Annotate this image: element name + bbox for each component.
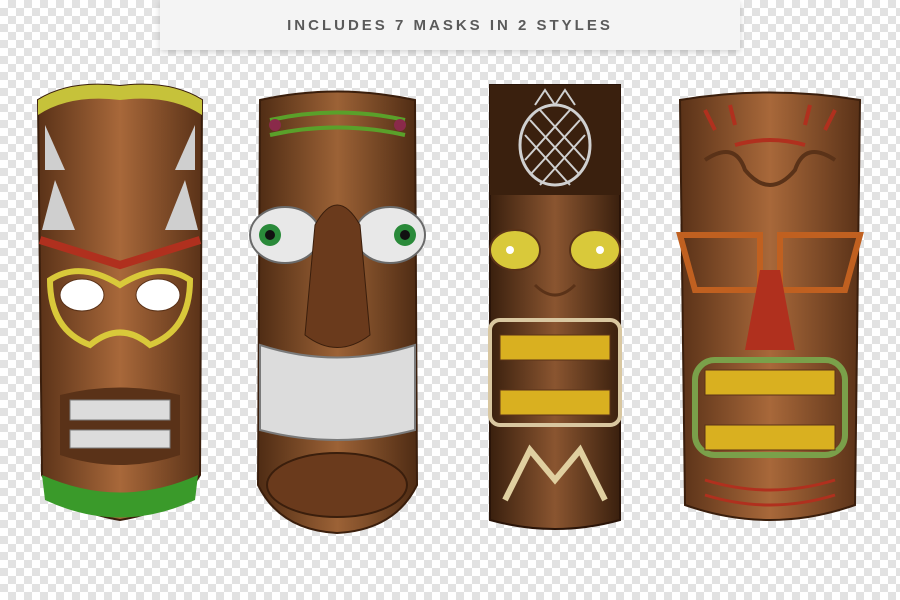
tiki-mask-2 [245, 85, 430, 540]
banner-title: INCLUDES 7 MASKS IN 2 STYLES [287, 16, 613, 34]
title-banner: INCLUDES 7 MASKS IN 2 STYLES [160, 0, 740, 50]
tiki-mask-1 [30, 80, 210, 545]
tiki-mask-4 [675, 90, 865, 540]
tiki-mask-3 [485, 80, 625, 540]
